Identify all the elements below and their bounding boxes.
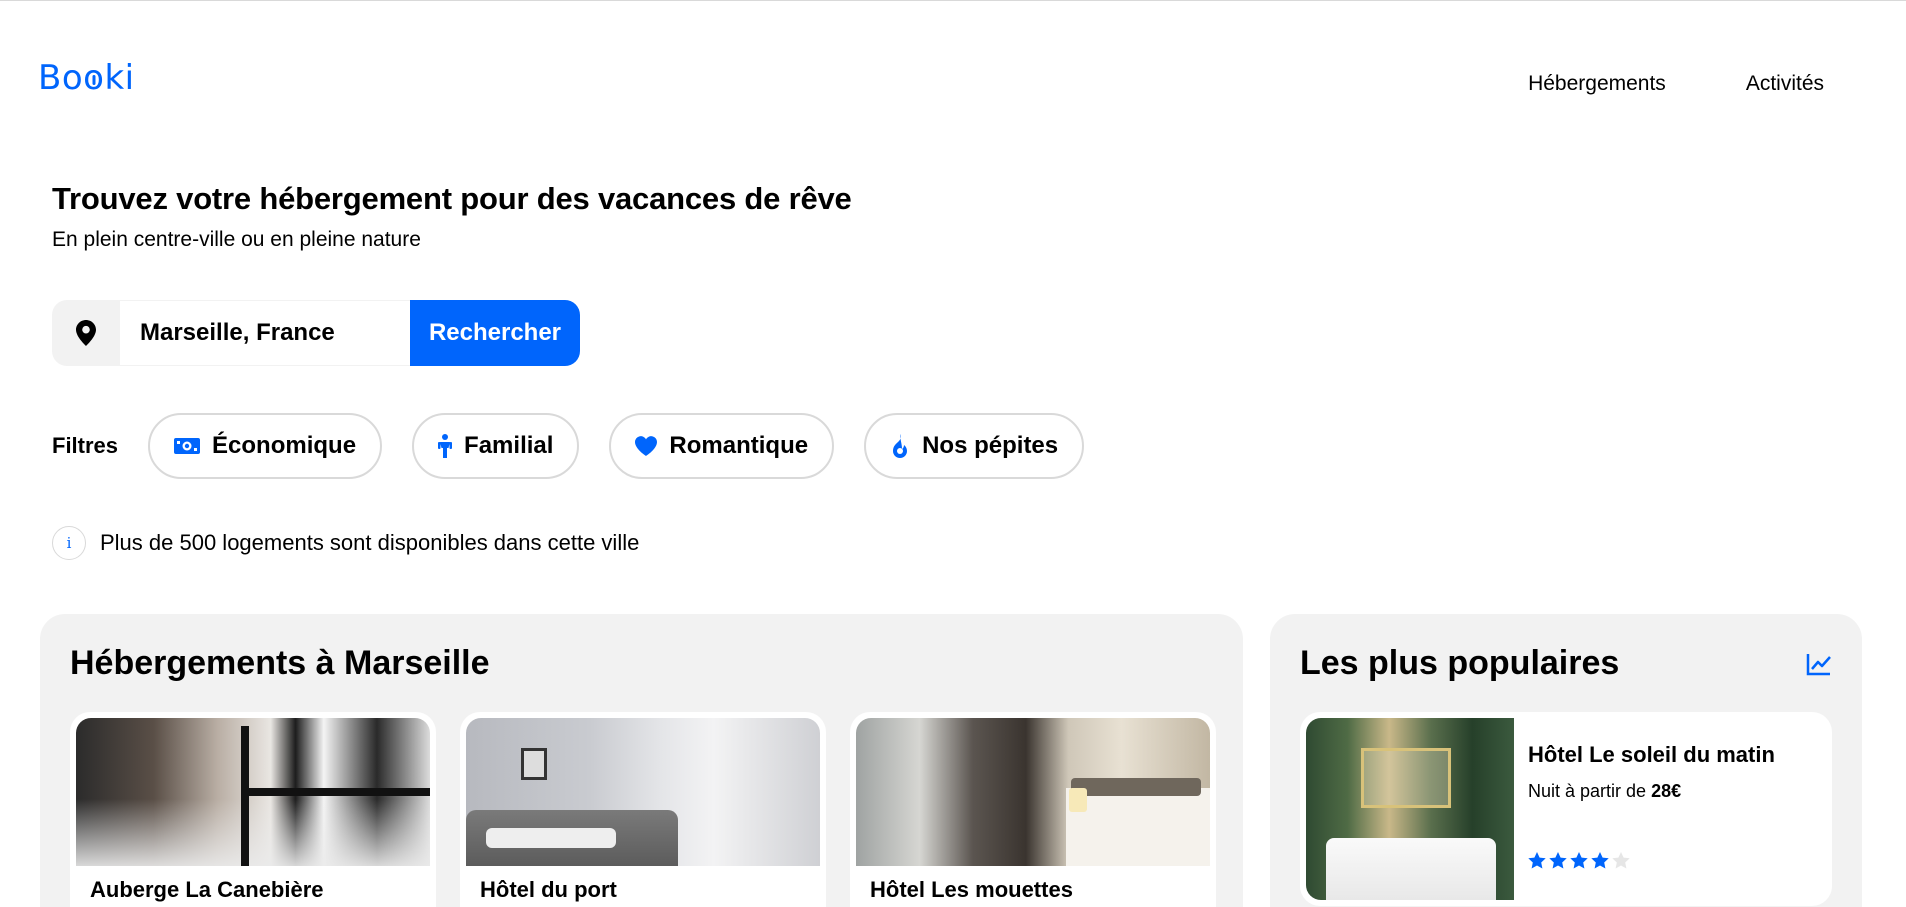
accommodation-photo xyxy=(76,718,430,866)
accommodations-title: Hébergements à Marseille xyxy=(70,644,490,682)
hero-subtitle: En plein centre-ville ou en pleine natur… xyxy=(52,228,421,251)
accommodation-name: Hôtel Les mouettes xyxy=(870,877,1073,902)
trend-chart-icon[interactable] xyxy=(1806,652,1832,681)
accommodations-panel: Hébergements à Marseille Auberge La Cane… xyxy=(40,614,1243,907)
info-message: i Plus de 500 logements sont disponibles… xyxy=(52,526,639,560)
filters-label: Filtres xyxy=(52,433,119,458)
popular-title: Les plus populaires xyxy=(1300,644,1620,682)
filter-label: Romantique xyxy=(669,432,809,459)
accommodation-card[interactable]: Auberge La Canebière xyxy=(70,712,436,907)
hero-title: Trouvez votre hébergement pour des vacan… xyxy=(52,181,852,216)
popular-name: Hôtel Le soleil du matin xyxy=(1528,742,1775,767)
filter-label: Économique xyxy=(212,432,357,459)
popular-price: Nuit à partir de 28€ xyxy=(1528,781,1682,801)
info-text: Plus de 500 logements sont disponibles d… xyxy=(100,530,640,555)
nav-link-hebergements[interactable]: Hébergements xyxy=(1528,72,1666,96)
popular-panel: Les plus populaires Hôtel Le soleil du m… xyxy=(1270,614,1862,907)
accommodation-photo xyxy=(856,718,1210,866)
accommodation-card[interactable]: Hôtel Les mouettes xyxy=(850,712,1216,907)
site-header: Booki Hébergements Activités xyxy=(0,0,1906,130)
search-input[interactable]: Marseille, France xyxy=(120,300,410,366)
star-filled-icon xyxy=(1591,852,1609,869)
filter-romantique[interactable]: Romantique xyxy=(609,413,835,479)
search-button[interactable]: Rechercher xyxy=(410,300,580,366)
main-nav: Hébergements Activités xyxy=(1528,72,1824,96)
filter-label: Nos pépites xyxy=(922,432,1059,459)
heart-icon xyxy=(635,436,658,456)
star-filled-icon xyxy=(1528,852,1546,869)
popular-photo xyxy=(1306,718,1514,900)
search-bar: Marseille, France Rechercher xyxy=(52,300,580,366)
filters-bar: Filtres Économique Familial Romantique N… xyxy=(52,413,1114,479)
money-icon xyxy=(174,436,201,456)
star-filled-icon xyxy=(1549,852,1567,869)
info-icon: i xyxy=(52,526,86,560)
booki-logo[interactable]: Booki xyxy=(38,58,135,98)
child-icon xyxy=(438,434,453,458)
fire-icon xyxy=(890,434,910,458)
location-pin-icon xyxy=(52,300,120,366)
star-filled-icon xyxy=(1570,852,1588,869)
accommodation-card[interactable]: Hôtel du port xyxy=(460,712,826,907)
nav-link-activites[interactable]: Activités xyxy=(1746,72,1824,96)
star-rating xyxy=(1528,852,1630,869)
accommodation-name: Auberge La Canebière xyxy=(90,877,324,902)
popular-card[interactable]: Hôtel Le soleil du matin Nuit à partir d… xyxy=(1300,712,1832,906)
accommodation-photo xyxy=(466,718,820,866)
filter-label: Familial xyxy=(464,432,554,459)
accommodation-name: Hôtel du port xyxy=(480,877,617,902)
star-empty-icon xyxy=(1612,852,1630,869)
filter-economique[interactable]: Économique xyxy=(148,413,383,479)
filter-nos-pepites[interactable]: Nos pépites xyxy=(864,413,1085,479)
filter-familial[interactable]: Familial xyxy=(412,413,580,479)
